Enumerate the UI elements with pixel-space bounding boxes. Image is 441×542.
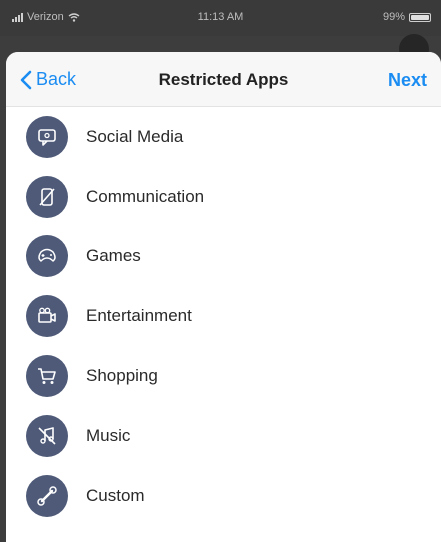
battery-fill <box>411 14 429 20</box>
category-item-entertainment[interactable]: Entertainment <box>6 286 441 346</box>
battery-icon <box>409 12 431 22</box>
page-title: Restricted Apps <box>158 70 289 89</box>
video-camera-icon <box>26 295 68 338</box>
category-label: Communication <box>86 186 205 206</box>
category-item-custom[interactable]: Custom <box>6 466 441 526</box>
category-item-games[interactable]: Games <box>6 227 441 287</box>
category-label: Shopping <box>86 366 158 386</box>
status-bar: Verizon 11:13 AM 99% <box>0 0 441 36</box>
navigation-bar: Back Restricted Apps Next <box>6 52 441 107</box>
category-list: Social Media Communication Games Enterta… <box>6 107 441 526</box>
next-button[interactable]: Next <box>388 70 427 91</box>
game-controller-icon <box>26 235 68 278</box>
music-off-icon <box>26 414 68 457</box>
wrench-icon <box>26 474 68 517</box>
status-right: 99% <box>383 11 431 23</box>
category-label: Entertainment <box>86 306 192 326</box>
category-label: Music <box>86 425 131 445</box>
shopping-cart-icon <box>26 355 68 398</box>
category-label: Custom <box>86 485 145 505</box>
category-label: Social Media <box>86 126 184 146</box>
category-item-communication[interactable]: Communication <box>6 167 441 227</box>
battery-percent: 99% <box>382 11 405 23</box>
chat-bubble-icon <box>26 115 68 158</box>
category-item-shopping[interactable]: Shopping <box>6 346 441 406</box>
category-item-music[interactable]: Music <box>6 406 441 466</box>
restricted-apps-sheet: Back Restricted Apps Next Social Media C… <box>6 52 441 542</box>
category-label: Games <box>86 246 141 266</box>
status-time: 11:13 AM <box>197 11 244 23</box>
category-item-social-media[interactable]: Social Media <box>6 107 441 167</box>
phone-off-icon <box>26 175 68 218</box>
